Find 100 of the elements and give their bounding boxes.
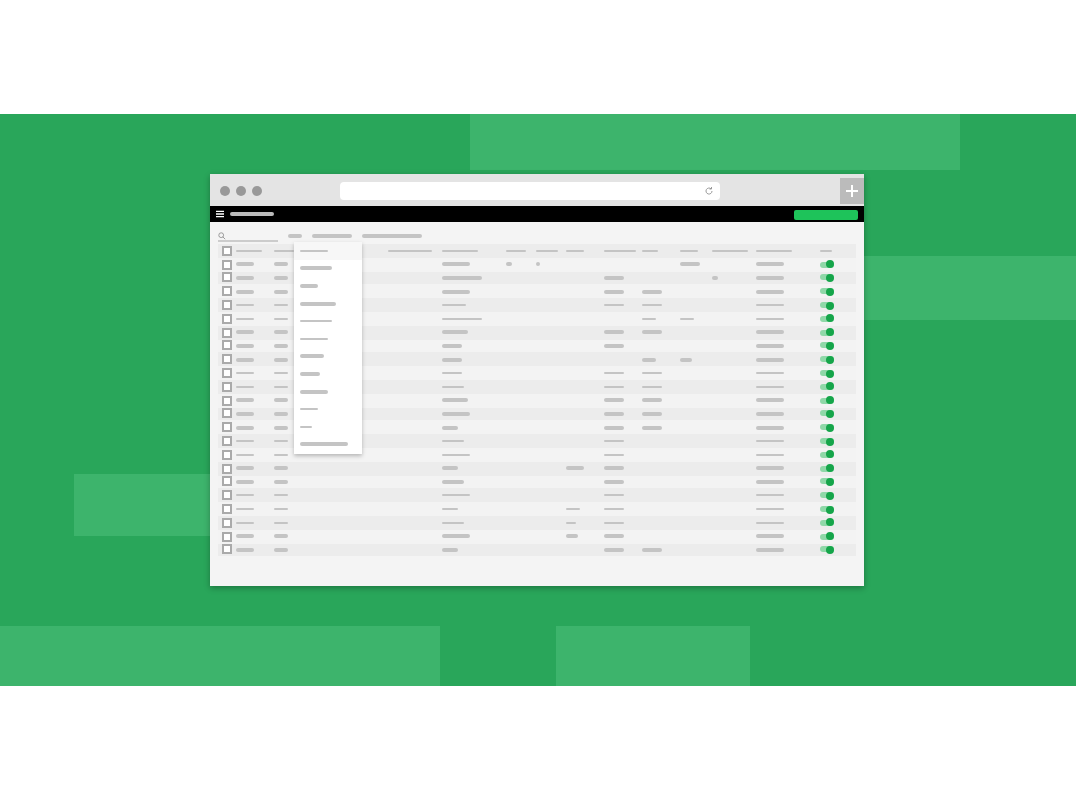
status-toggle[interactable] (820, 261, 834, 268)
checkbox[interactable] (222, 272, 232, 283)
status-toggle[interactable] (820, 342, 834, 349)
status-toggle[interactable] (820, 370, 834, 377)
text-line (442, 358, 462, 362)
text-line (274, 276, 288, 280)
text-line (442, 453, 470, 457)
status-toggle[interactable] (820, 397, 834, 404)
text-line (442, 480, 464, 484)
checkbox[interactable] (222, 476, 232, 487)
checkbox[interactable] (222, 381, 232, 392)
status-toggle[interactable] (820, 410, 834, 417)
text-line (274, 330, 288, 334)
text-line (604, 507, 624, 511)
checkbox[interactable] (222, 517, 232, 528)
checkbox[interactable] (222, 436, 232, 447)
status-toggle[interactable] (820, 356, 834, 363)
status-toggle[interactable] (820, 478, 834, 485)
text-line (236, 330, 254, 334)
status-toggle[interactable] (820, 546, 834, 553)
search-field[interactable] (218, 230, 278, 242)
text-line (236, 290, 254, 294)
checkbox[interactable] (222, 490, 232, 501)
checkbox[interactable] (222, 368, 232, 379)
checkbox[interactable] (222, 245, 232, 256)
status-toggle[interactable] (820, 302, 834, 309)
new-tab-icon[interactable] (840, 177, 864, 203)
checkbox[interactable] (222, 259, 232, 270)
text-line (442, 385, 464, 389)
checkbox[interactable] (222, 354, 232, 365)
text-line (680, 262, 700, 266)
text-line (274, 262, 288, 266)
status-toggle[interactable] (820, 451, 834, 458)
text-line (642, 358, 656, 362)
checkbox[interactable] (222, 395, 232, 406)
text-line (756, 521, 784, 525)
status-toggle[interactable] (820, 383, 834, 390)
checkbox[interactable] (222, 531, 232, 542)
text-line (642, 317, 656, 321)
checkbox[interactable] (222, 300, 232, 311)
checkbox[interactable] (222, 313, 232, 324)
text-line (274, 371, 288, 375)
status-toggle[interactable] (820, 288, 834, 295)
status-toggle[interactable] (820, 533, 834, 540)
text-line (566, 507, 580, 511)
text-line (442, 262, 470, 266)
text-line (604, 385, 624, 389)
text-line (604, 303, 624, 307)
text-line (642, 330, 662, 334)
add-button[interactable] (794, 209, 858, 219)
checkbox[interactable] (222, 286, 232, 297)
checkbox[interactable] (222, 422, 232, 433)
text-line (442, 493, 470, 497)
status-toggle[interactable] (820, 519, 834, 526)
text-line (642, 303, 662, 307)
text-line (756, 548, 784, 552)
checkbox[interactable] (222, 408, 232, 419)
text-line (604, 439, 624, 443)
text-line (236, 371, 254, 375)
status-toggle[interactable] (820, 329, 834, 336)
address-field[interactable] (340, 181, 720, 199)
checkbox[interactable] (222, 463, 232, 474)
text-line (604, 534, 624, 538)
text-line (756, 317, 784, 321)
checkbox[interactable] (222, 544, 232, 555)
text-line (274, 358, 288, 362)
text-line (274, 439, 288, 443)
text-line (236, 358, 254, 362)
menu-icon[interactable] (216, 210, 224, 218)
text-line (604, 398, 624, 402)
text-line (756, 412, 784, 416)
text-line (236, 453, 254, 457)
status-toggle[interactable] (820, 315, 834, 322)
text-line (442, 398, 468, 402)
text-line (236, 398, 254, 402)
text-line (236, 507, 254, 511)
text-line (604, 344, 624, 348)
text-line (442, 276, 482, 280)
checkbox[interactable] (222, 449, 232, 460)
text-line (230, 212, 274, 216)
status-toggle[interactable] (820, 424, 834, 431)
reload-icon[interactable] (704, 185, 714, 195)
text-line (442, 412, 470, 416)
checkbox[interactable] (222, 327, 232, 338)
text-line (274, 548, 288, 552)
text-line (756, 398, 784, 402)
text-line (274, 466, 288, 470)
text-line (756, 385, 784, 389)
text-line (566, 534, 578, 538)
text-line (274, 385, 288, 389)
text-line (442, 466, 458, 470)
checkbox[interactable] (222, 504, 232, 515)
text-line (604, 480, 624, 484)
status-toggle[interactable] (820, 438, 834, 445)
status-toggle[interactable] (820, 506, 834, 513)
status-toggle[interactable] (820, 465, 834, 472)
status-toggle[interactable] (820, 274, 834, 281)
text-line (642, 290, 662, 294)
status-toggle[interactable] (820, 492, 834, 499)
checkbox[interactable] (222, 340, 232, 351)
